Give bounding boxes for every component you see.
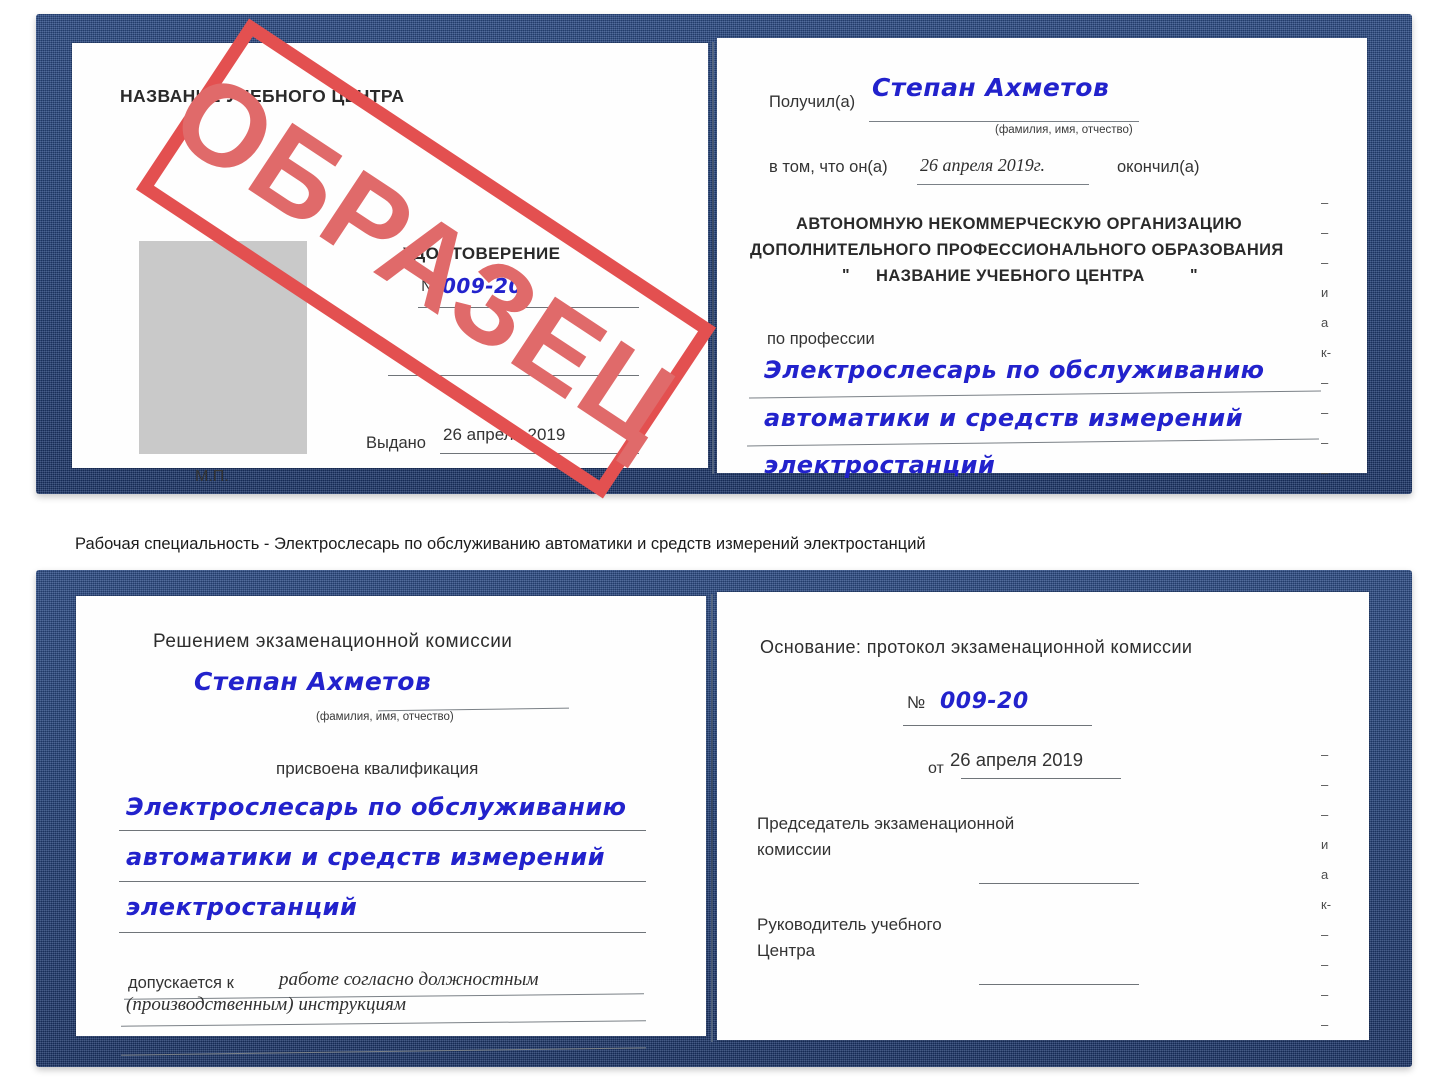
edge-fragment: – xyxy=(1321,747,1329,762)
that-he-date-value: 26 апреля 2019г. xyxy=(920,155,1046,175)
certificate-bottom-spine xyxy=(711,594,713,1042)
protocol-number-label: № xyxy=(907,693,926,712)
received-label: Получил(а) xyxy=(769,93,856,111)
issued-label: Выдано xyxy=(366,434,426,452)
certificate-top: НАЗВАНИЕ УЧЕБНОГО ЦЕНТРА УДОСТОВЕРЕНИЕ №… xyxy=(36,14,1412,494)
edge-fragment: – xyxy=(1321,195,1329,210)
edge-fragment: а xyxy=(1321,315,1329,330)
qualification-label: присвоена квалификация xyxy=(276,759,479,778)
issued-rule xyxy=(440,453,639,454)
profession-label: по профессии xyxy=(767,330,875,348)
protocol-date-label: от xyxy=(928,760,944,777)
edge-fragment: – xyxy=(1321,465,1329,480)
chairman-line-2: комиссии xyxy=(757,840,832,859)
edge-fragment: к- xyxy=(1321,897,1332,912)
organization-quote-open: " xyxy=(842,267,850,284)
qualification-line-1: Электрослесарь по обслуживанию xyxy=(126,793,627,821)
protocol-number-value: 009-20 xyxy=(940,689,1029,714)
organization-quote-close: " xyxy=(1190,267,1198,284)
organization-line-1: АВТОНОМНУЮ НЕКОММЕРЧЕСКУЮ ОРГАНИЗАЦИЮ xyxy=(796,215,1242,233)
certificate-number-value: 009-20 xyxy=(442,274,523,298)
edge-fragment: – xyxy=(1321,1017,1329,1032)
edge-fragment: и xyxy=(1321,285,1329,300)
organization-line-2: ДОПОЛНИТЕЛЬНОГО ПРОФЕССИОНАЛЬНОГО ОБРАЗО… xyxy=(750,241,1284,259)
decision-title: Решением экзаменационной комиссии xyxy=(153,631,513,652)
certificate-number-rule xyxy=(418,307,639,308)
issued-value: 26 апреля 2019 xyxy=(443,425,566,444)
profession-line-3: электростанций xyxy=(764,451,996,479)
basis-label: Основание: протокол экзаменационной коми… xyxy=(760,637,1193,657)
edge-fragment: – xyxy=(1321,807,1329,822)
profession-rule-2 xyxy=(747,438,1319,447)
edge-fragment: – xyxy=(1321,987,1329,1002)
caption-text: Рабочая специальность - Электрослесарь п… xyxy=(75,535,926,553)
certificate-number-label: № xyxy=(421,278,439,295)
head-signature-rule xyxy=(979,984,1139,985)
certificate-top-right-page: Получил(а) Степан Ахметов (фамилия, имя,… xyxy=(717,38,1367,480)
certificate-bottom: Решением экзаменационной комиссии Степан… xyxy=(36,570,1412,1067)
edge-fragment: – xyxy=(1321,405,1329,420)
training-center-title: НАЗВАНИЕ УЧЕБНОГО ЦЕНТРА xyxy=(120,86,405,106)
profession-line-1: Электрослесарь по обслуживанию xyxy=(764,356,1265,384)
qualification-line-3: электростанций xyxy=(126,893,358,921)
admitted-rule-2 xyxy=(121,1020,646,1027)
protocol-number-rule xyxy=(903,725,1092,726)
edge-fragment: – xyxy=(1321,435,1329,450)
photo-placeholder xyxy=(139,241,307,454)
edge-fragment: – xyxy=(1321,375,1329,390)
admitted-rule-3 xyxy=(121,1047,646,1056)
chairman-signature-rule xyxy=(979,883,1139,884)
that-he-label: в том, что он(а) xyxy=(769,158,888,176)
organization-line-3: НАЗВАНИЕ УЧЕБНОГО ЦЕНТРА xyxy=(876,267,1145,285)
head-line-1: Руководитель учебного xyxy=(757,915,942,934)
certificate-bottom-right-page: Основание: протокол экзаменационной коми… xyxy=(717,592,1369,1040)
protocol-date-rule xyxy=(961,778,1121,779)
name-hint-bottom: (фамилия, имя, отчество) xyxy=(316,711,454,723)
qualification-line-2: автоматики и средств измерений xyxy=(126,843,606,871)
decision-name-value: Степан Ахметов xyxy=(194,667,432,696)
chairman-line-1: Председатель экзаменационной xyxy=(757,814,1015,833)
admitted-value-line-2: (производственным) инструкциям xyxy=(126,994,406,1015)
document-kind-label: УДОСТОВЕРЕНИЕ xyxy=(403,244,561,263)
certificate-bottom-left-page: Решением экзаменационной комиссии Степан… xyxy=(76,596,706,1056)
edge-fragment: – xyxy=(1321,777,1329,792)
profession-line-2: автоматики и средств измерений xyxy=(764,404,1244,432)
protocol-date-value: 26 апреля 2019 xyxy=(950,749,1084,770)
edge-fragment: к- xyxy=(1321,345,1332,360)
received-name-rule xyxy=(869,121,1139,122)
profession-rule-1 xyxy=(749,390,1321,399)
that-he-date-rule xyxy=(917,184,1089,185)
received-name-value: Степан Ахметов xyxy=(872,73,1110,102)
seal-place-label: М.П. xyxy=(195,468,229,485)
finished-label: окончил(а) xyxy=(1117,158,1200,176)
edge-fragment: а xyxy=(1321,867,1329,882)
head-line-2: Центра xyxy=(757,941,816,960)
qualification-rule-1 xyxy=(119,830,646,831)
admitted-value-line-1: работе согласно должностным xyxy=(279,969,539,990)
edge-fragment: и xyxy=(1321,837,1329,852)
qualification-rule-2 xyxy=(119,881,646,882)
certificate-top-left-page: НАЗВАНИЕ УЧЕБНОГО ЦЕНТРА УДОСТОВЕРЕНИЕ №… xyxy=(72,43,708,485)
name-hint-top: (фамилия, имя, отчество) xyxy=(995,124,1133,136)
edge-fragment: – xyxy=(1321,255,1329,270)
blank-rule-1 xyxy=(388,375,639,376)
qualification-rule-3 xyxy=(119,932,646,933)
admitted-label: допускается к xyxy=(128,974,234,992)
edge-fragment: – xyxy=(1321,225,1329,240)
edge-fragment: – xyxy=(1321,927,1329,942)
certificate-top-spine xyxy=(712,42,714,474)
edge-fragment: – xyxy=(1321,957,1329,972)
